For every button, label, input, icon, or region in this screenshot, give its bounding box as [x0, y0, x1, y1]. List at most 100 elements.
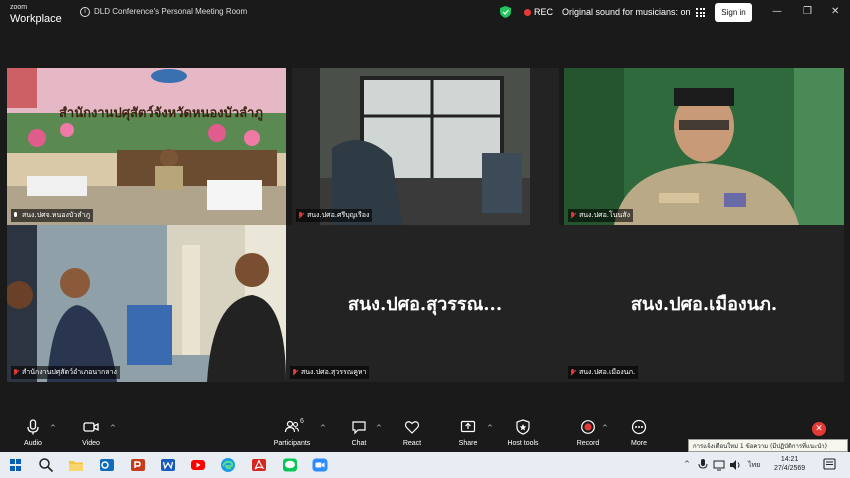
- pdf-reader-icon[interactable]: [251, 457, 267, 473]
- mic-muted-icon: [13, 369, 19, 376]
- tray-speaker-icon[interactable]: [729, 459, 742, 471]
- video-tile-3[interactable]: สนง.ปศอ.โนนสัง: [564, 68, 844, 225]
- windows-start-icon[interactable]: [10, 459, 22, 471]
- chat-button[interactable]: Chat: [346, 419, 372, 447]
- participant-name-label: สนง.ปศอ.ศรีบุญเรือง: [296, 209, 373, 222]
- notification-tooltip: การแจ้งเตือนใหม่ 1 ข้อความ (มีปฏิบัติการ…: [688, 439, 848, 452]
- participant-name-label: สนง.ปศอ.โนนสัง: [568, 209, 634, 222]
- outlook-icon[interactable]: [99, 457, 115, 473]
- search-icon[interactable]: [38, 457, 54, 473]
- shield-star-icon: [516, 419, 530, 435]
- audio-label: Audio: [24, 440, 42, 447]
- clock-time: 14:21: [780, 456, 799, 463]
- video-tile-4[interactable]: สำนักงานปศุสัตว์อำเภอนากลาง: [7, 225, 286, 382]
- close-window-button[interactable]: ✕: [831, 6, 839, 18]
- host-tools-label: Host tools: [507, 440, 539, 447]
- rec-label[interactable]: REC: [534, 7, 553, 17]
- participant-name: สำนักงานปศุสัตว์อำเภอนากลาง: [22, 368, 117, 376]
- clock-date: 27/4/2569: [774, 465, 806, 472]
- video-label: Video: [82, 440, 100, 447]
- mic-muted-icon: [570, 212, 576, 219]
- tray-overflow-caret[interactable]: ^: [684, 460, 690, 468]
- word-icon[interactable]: [160, 457, 176, 473]
- file-explorer-icon[interactable]: [68, 457, 84, 473]
- mic-on-icon: [13, 212, 19, 219]
- react-label: React: [402, 440, 422, 447]
- edge-browser-icon[interactable]: [220, 457, 236, 473]
- participants-options-caret[interactable]: ^: [320, 424, 326, 432]
- participant-name-label: สำนักงานปศุสัตว์อำเภอนากลาง: [11, 366, 120, 379]
- original-sound-status[interactable]: Original sound for musicians: on: [562, 7, 691, 17]
- more-dots-icon: [631, 419, 647, 435]
- video-tile-2[interactable]: สนง.ปศอ.ศรีบุญเรือง: [292, 68, 559, 225]
- zoom-workplace-logo: zoom Workplace: [10, 3, 62, 25]
- video-tile-6[interactable]: สนง.ปศอ.เมืองนภ. สนง.ปศอ.เมืองนภ.: [564, 225, 844, 382]
- react-button[interactable]: React: [398, 419, 426, 447]
- windows-taskbar: ^ ไทย 14:21 27/4/2569: [0, 452, 850, 478]
- brand-zoom: zoom: [10, 4, 28, 11]
- video-tile-1[interactable]: สำนักงานปศุสัตว์จังหวัดหนองบัวลำภู สนง.ป…: [7, 68, 286, 225]
- video-tile-5[interactable]: สนง.ปศอ.สุวรรณ... สนง.ปศอ.สุวรรณคูหา: [286, 225, 564, 382]
- camera-icon: [83, 422, 99, 432]
- chat-options-caret[interactable]: ^: [376, 424, 382, 432]
- zoom-app-icon[interactable]: [312, 457, 328, 473]
- office-banner: สำนักงานปศุสัตว์จังหวัดหนองบัวลำภู: [59, 106, 263, 121]
- participants-label: Participants: [273, 440, 311, 447]
- record-options-caret[interactable]: ^: [602, 424, 608, 432]
- microphone-icon: [27, 419, 39, 435]
- youtube-icon[interactable]: [190, 457, 206, 473]
- more-label: More: [631, 440, 647, 447]
- language-indicator[interactable]: ไทย: [748, 460, 760, 471]
- record-label: Record: [576, 440, 600, 447]
- audio-button[interactable]: Audio: [20, 419, 46, 447]
- chat-icon: [352, 421, 366, 435]
- sign-in-button[interactable]: Sign in: [715, 3, 752, 22]
- audio-options-caret[interactable]: ^: [50, 424, 56, 432]
- participants-button[interactable]: Participants: [270, 419, 314, 447]
- mic-muted-icon: [292, 369, 298, 376]
- share-button[interactable]: Share: [454, 419, 482, 447]
- chat-label: Chat: [351, 440, 367, 447]
- share-options-caret[interactable]: ^: [487, 424, 493, 432]
- tray-microphone-icon[interactable]: [697, 458, 709, 471]
- participant-name-label: สนง.ปศอ.สุวรรณคูหา: [290, 366, 370, 379]
- participant-name: สนง.ปศอ.โนนสัง: [579, 211, 631, 219]
- meeting-title: DLD Conference's Personal Meeting Room: [94, 7, 248, 16]
- info-icon[interactable]: i: [80, 7, 90, 17]
- participants-icon: [284, 420, 300, 433]
- apps-grid-icon[interactable]: [696, 8, 705, 17]
- shield-icon[interactable]: [500, 6, 511, 18]
- participant-name: สนง.ปศอ.เมืองนภ.: [579, 368, 636, 376]
- video-feed-official: [564, 68, 844, 225]
- participant-name: สนง.ปศจ.หนองบัวลำภู: [22, 211, 91, 219]
- minimize-button[interactable]: —: [772, 6, 782, 18]
- restore-button[interactable]: ❐: [803, 6, 812, 18]
- video-feed-office: [7, 68, 286, 225]
- share-screen-icon: [460, 420, 476, 433]
- participant-name: สนง.ปศอ.ศรีบุญเรือง: [307, 211, 370, 219]
- participant-name-label: สนง.ปศอ.เมืองนภ.: [568, 366, 639, 379]
- share-label: Share: [458, 440, 478, 447]
- taskbar-clock[interactable]: 14:21 27/4/2569: [774, 455, 805, 473]
- participant-display-name: สนง.ปศอ.สุวรรณ...: [347, 294, 503, 315]
- participant-name-label: สนง.ปศจ.หนองบัวลำภู: [11, 209, 94, 222]
- host-tools-button[interactable]: Host tools: [503, 419, 543, 447]
- line-app-icon[interactable]: [282, 457, 298, 473]
- recording-dot-icon: [524, 9, 531, 16]
- heart-icon: [404, 421, 420, 434]
- participant-display-name: สนง.ปศอ.เมืองนภ.: [630, 294, 778, 315]
- more-button[interactable]: More: [626, 419, 652, 447]
- brand-workplace: Workplace: [10, 13, 62, 25]
- video-feed-room-window: [292, 68, 559, 225]
- record-icon: [581, 420, 595, 434]
- notification-center-icon[interactable]: [823, 458, 836, 471]
- mic-muted-icon: [570, 369, 576, 376]
- record-button[interactable]: Record: [574, 419, 602, 447]
- tray-network-icon[interactable]: [713, 459, 725, 471]
- video-options-caret[interactable]: ^: [110, 424, 116, 432]
- participants-count: 6: [300, 418, 304, 425]
- powerpoint-icon[interactable]: [130, 457, 146, 473]
- end-meeting-icon[interactable]: ✕: [812, 422, 826, 436]
- title-bar: zoom Workplace i DLD Conference's Person…: [0, 0, 850, 27]
- video-button[interactable]: Video: [78, 419, 104, 447]
